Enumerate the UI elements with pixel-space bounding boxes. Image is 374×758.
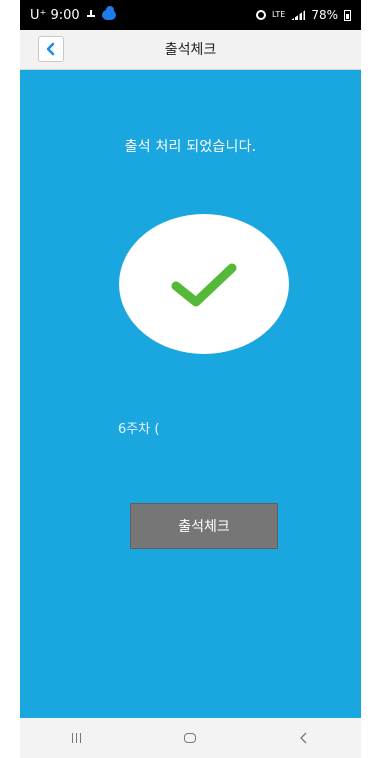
- app-bar: 출석체크: [20, 30, 361, 70]
- system-navigation-bar: [20, 718, 361, 758]
- status-right: LTE 78%: [256, 8, 351, 22]
- alarm-icon: [256, 10, 267, 20]
- page-title: 출석체크: [164, 42, 217, 58]
- home-icon: [184, 733, 197, 743]
- signal-icon: [291, 10, 306, 20]
- success-circle: [119, 214, 289, 354]
- status-left: U⁺ 9:00: [30, 6, 116, 23]
- cloud-icon: [101, 6, 116, 20]
- battery-icon: [344, 9, 351, 21]
- download-icon: [86, 10, 96, 20]
- carrier-time: U⁺ 9:00: [30, 7, 80, 23]
- success-message: 출석 처리 되었습니다.: [124, 139, 257, 155]
- checkin-content: 출석 처리 되었습니다. 6주차 ( 출석체크: [20, 70, 361, 718]
- week-label: 6주차 (: [118, 422, 160, 437]
- nav-back-button[interactable]: [279, 723, 329, 753]
- phone-screen: U⁺ 9:00 LTE 78% 출석체크 출석 처리 되었습니다. 6주차 (: [20, 0, 361, 758]
- network-label: LTE: [272, 10, 286, 19]
- checkin-button-label: 출석체크: [178, 519, 230, 535]
- status-bar: U⁺ 9:00 LTE 78%: [20, 0, 361, 30]
- recent-apps-button[interactable]: [52, 723, 102, 753]
- home-button[interactable]: [165, 723, 215, 753]
- back-nav-icon: [300, 732, 307, 744]
- check-icon: [171, 263, 237, 307]
- recent-apps-icon: [72, 733, 82, 743]
- battery-percent: 78%: [311, 8, 338, 22]
- checkin-button[interactable]: 출석체크: [130, 503, 278, 549]
